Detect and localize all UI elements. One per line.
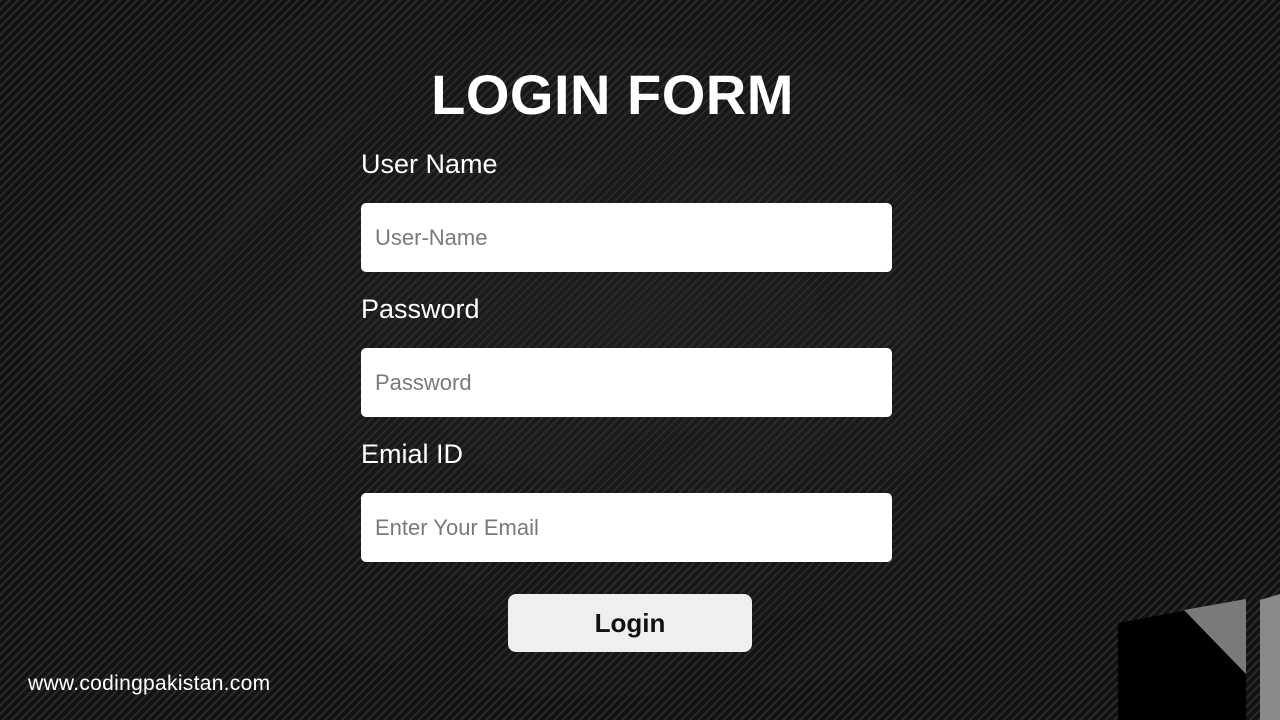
login-button[interactable]: Login [508,594,752,652]
email-input[interactable] [361,493,892,562]
corner-logo-icon [1118,594,1280,720]
site-url: www.codingpakistan.com [28,672,271,695]
page-title: LOGIN FORM [431,62,794,126]
login-form: User Name Password Emial ID [361,140,892,575]
email-label: Emial ID [361,439,464,469]
password-label: Password [361,294,480,324]
password-input[interactable] [361,348,892,417]
username-label: User Name [361,149,498,179]
username-input[interactable] [361,203,892,272]
